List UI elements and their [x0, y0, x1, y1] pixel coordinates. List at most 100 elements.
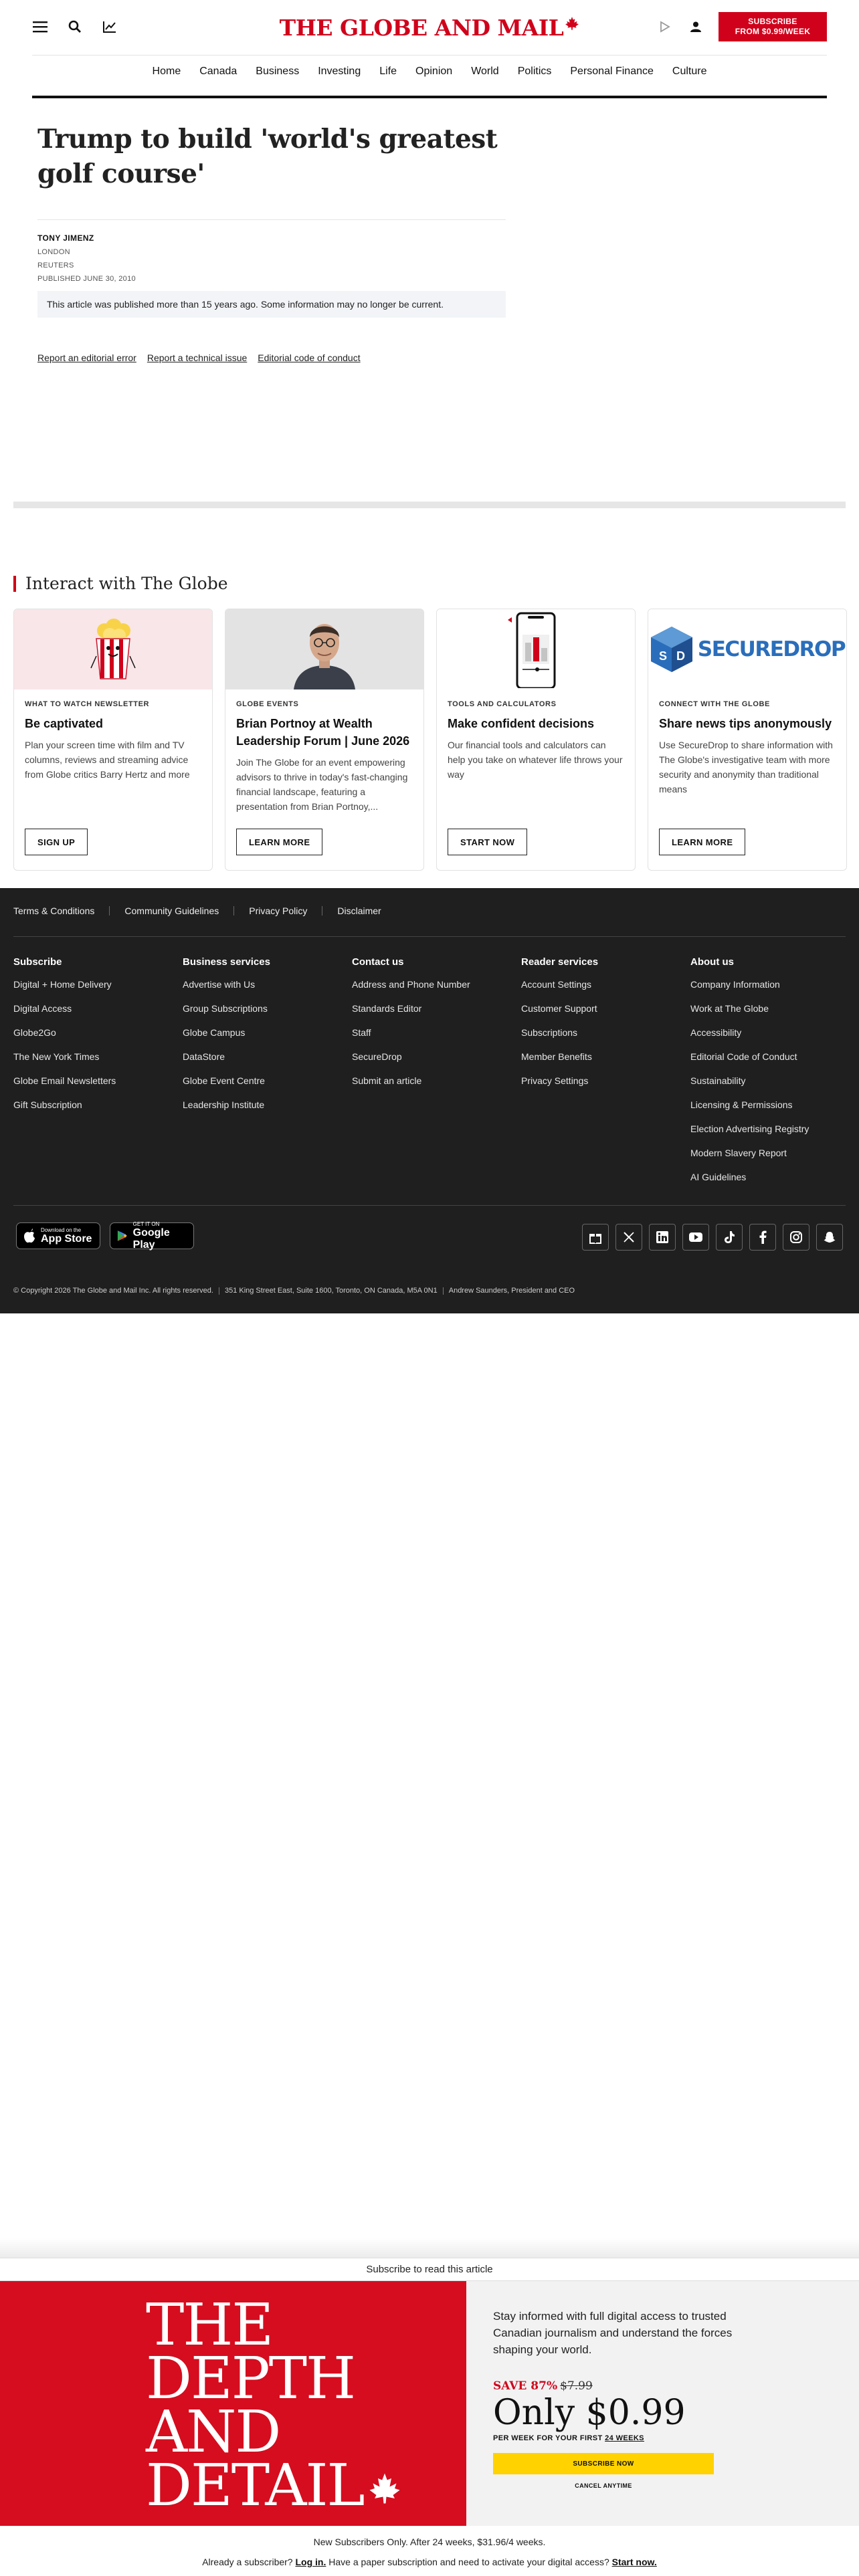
nav-item-canada[interactable]: Canada: [190, 66, 246, 78]
privacy-policy-link[interactable]: Privacy Policy: [249, 905, 307, 916]
snapchat-icon[interactable]: [816, 1224, 843, 1251]
footer-link[interactable]: Work at The Globe: [690, 1001, 859, 1016]
subscribe-header-line2: FROM $0.99/WEEK: [735, 27, 811, 36]
x-icon[interactable]: [615, 1224, 642, 1251]
logo-text[interactable]: THE GLOBE AND MAIL: [280, 15, 564, 41]
facebook-icon[interactable]: [749, 1224, 776, 1251]
nav-item-home[interactable]: Home: [143, 66, 191, 78]
subscribe-header-button[interactable]: SUBSCRIBE FROM $0.99/WEEK: [719, 12, 827, 41]
community-guidelines-link[interactable]: Community Guidelines: [124, 905, 219, 916]
footer-link[interactable]: Staff: [352, 1025, 521, 1040]
report-technical-issue-link[interactable]: Report a technical issue: [147, 352, 247, 363]
sign-up-button[interactable]: SIGN UP: [25, 829, 88, 855]
footer-link[interactable]: AI Guidelines: [690, 1170, 859, 1184]
footer-link[interactable]: Subscriptions: [521, 1025, 690, 1040]
article-location: LONDON: [37, 248, 70, 256]
footer-link[interactable]: Digital Access: [13, 1001, 183, 1016]
footer-link[interactable]: Company Information: [690, 977, 859, 992]
header-left-tools: [32, 19, 118, 35]
nav-item-life[interactable]: Life: [370, 66, 406, 78]
card-globe-events[interactable]: GLOBE EVENTS Brian Portnoy at Wealth Lea…: [225, 609, 424, 871]
separator: [109, 906, 110, 916]
nav-item-business[interactable]: Business: [246, 66, 308, 78]
report-editorial-error-link[interactable]: Report an editorial error: [37, 352, 136, 363]
footer-link[interactable]: Standards Editor: [352, 1001, 521, 1016]
footer-link[interactable]: Globe Email Newsletters: [13, 1073, 183, 1088]
instagram-icon[interactable]: [783, 1224, 809, 1251]
footer-link[interactable]: Group Subscriptions: [183, 1001, 352, 1016]
google-play-big-text: Google Play: [132, 1226, 170, 1251]
app-store-badge[interactable]: Download on the App Store: [16, 1222, 100, 1249]
footer-link[interactable]: Address and Phone Number: [352, 977, 521, 992]
terms-link[interactable]: Terms & Conditions: [13, 905, 94, 916]
footer-link[interactable]: Gift Subscription: [13, 1097, 183, 1112]
headline-divider: [37, 219, 506, 220]
linkedin-icon[interactable]: [649, 1224, 676, 1251]
subscribe-now-button[interactable]: SUBSCRIBE NOW: [493, 2453, 714, 2474]
card-watch-newsletter[interactable]: WHAT TO WATCH NEWSLETTER Be captivated P…: [13, 609, 213, 871]
youtube-icon[interactable]: [682, 1224, 709, 1251]
footer-link[interactable]: Election Advertising Registry: [690, 1121, 859, 1136]
tiktok-icon[interactable]: [716, 1224, 743, 1251]
nav-item-politics[interactable]: Politics: [508, 66, 561, 78]
footer-link[interactable]: The New York Times: [13, 1049, 183, 1064]
footer-link[interactable]: SecureDrop: [352, 1049, 521, 1064]
card-securedrop[interactable]: S D SECUREDROP CONNECT WITH THE GLOBE Sh…: [648, 609, 847, 871]
card-title[interactable]: Share news tips anonymously: [659, 715, 836, 732]
footer-link[interactable]: Digital + Home Delivery: [13, 977, 183, 992]
gift-icon[interactable]: [582, 1224, 609, 1251]
footer-link[interactable]: Sustainability: [690, 1073, 859, 1088]
nav-item-culture[interactable]: Culture: [663, 66, 717, 78]
footer-link[interactable]: Submit an article: [352, 1073, 521, 1088]
app-download-badges: Download on the App Store GET IT ON Goog…: [16, 1221, 194, 1251]
app-store-small-text: Download on the: [41, 1226, 82, 1233]
nav-item-personal-finance[interactable]: Personal Finance: [561, 66, 663, 78]
nav-item-world[interactable]: World: [462, 66, 508, 78]
card-category: CONNECT WITH THE GLOBE: [659, 700, 770, 708]
card-description: Plan your screen time with film and TV c…: [25, 740, 190, 780]
footer-link[interactable]: DataStore: [183, 1049, 352, 1064]
footer-link[interactable]: Editorial Code of Conduct: [690, 1049, 859, 1064]
popcorn-illustration: [14, 609, 212, 689]
play-icon[interactable]: [657, 19, 673, 35]
search-icon[interactable]: [67, 19, 83, 35]
paywall-price: Only $0.99: [493, 2393, 686, 2433]
footer-link[interactable]: Privacy Settings: [521, 1073, 690, 1088]
nav-item-opinion[interactable]: Opinion: [406, 66, 462, 78]
footer-link[interactable]: Member Benefits: [521, 1049, 690, 1064]
paywall-fineprint: New Subscribers Only. After 24 weeks, $3…: [313, 2537, 546, 2547]
footer-link[interactable]: Advertise with Us: [183, 977, 352, 992]
paywall-offer: THE DEPTH AND DETAIL Stay informed with …: [0, 2281, 859, 2526]
menu-icon[interactable]: [32, 19, 48, 35]
card-title[interactable]: Make confident decisions: [448, 715, 624, 732]
account-icon[interactable]: [688, 19, 704, 35]
footer-link[interactable]: Accessibility: [690, 1025, 859, 1040]
start-now-link[interactable]: Start now.: [612, 2557, 657, 2567]
author-byline[interactable]: TONY JIMENZ: [37, 233, 506, 243]
term-prefix: PER WEEK FOR YOUR FIRST: [493, 2434, 603, 2442]
learn-more-events-button[interactable]: LEARN MORE: [236, 829, 323, 855]
editorial-code-link[interactable]: Editorial code of conduct: [258, 352, 360, 363]
card-title[interactable]: Be captivated: [25, 715, 201, 732]
card-title[interactable]: Brian Portnoy at Wealth Leadership Forum…: [236, 715, 413, 750]
learn-more-securedrop-button[interactable]: LEARN MORE: [659, 829, 746, 855]
nav-bottom-divider: [32, 96, 827, 98]
card-tools-calculators[interactable]: TOOLS AND CALCULATORS Make confident dec…: [436, 609, 636, 871]
footer-link[interactable]: Globe Event Centre: [183, 1073, 352, 1088]
start-now-button[interactable]: START NOW: [448, 829, 528, 855]
disclaimer-link[interactable]: Disclaimer: [337, 905, 381, 916]
footer-link[interactable]: Globe2Go: [13, 1025, 183, 1040]
article-feedback-links: Report an editorial error Report a techn…: [37, 352, 506, 363]
footer-link[interactable]: Globe Campus: [183, 1025, 352, 1040]
footer-link[interactable]: Account Settings: [521, 977, 690, 992]
separator: [442, 1287, 444, 1295]
nav-item-investing[interactable]: Investing: [308, 66, 370, 78]
footer-link[interactable]: Leadership Institute: [183, 1097, 352, 1112]
markets-chart-icon[interactable]: [102, 19, 118, 35]
login-link[interactable]: Log in.: [295, 2557, 326, 2567]
card-category: GLOBE EVENTS: [236, 700, 299, 708]
google-play-badge[interactable]: GET IT ON Google Play: [110, 1221, 194, 1251]
footer-link[interactable]: Modern Slavery Report: [690, 1146, 859, 1160]
footer-link[interactable]: Customer Support: [521, 1001, 690, 1016]
footer-link[interactable]: Licensing & Permissions: [690, 1097, 859, 1112]
